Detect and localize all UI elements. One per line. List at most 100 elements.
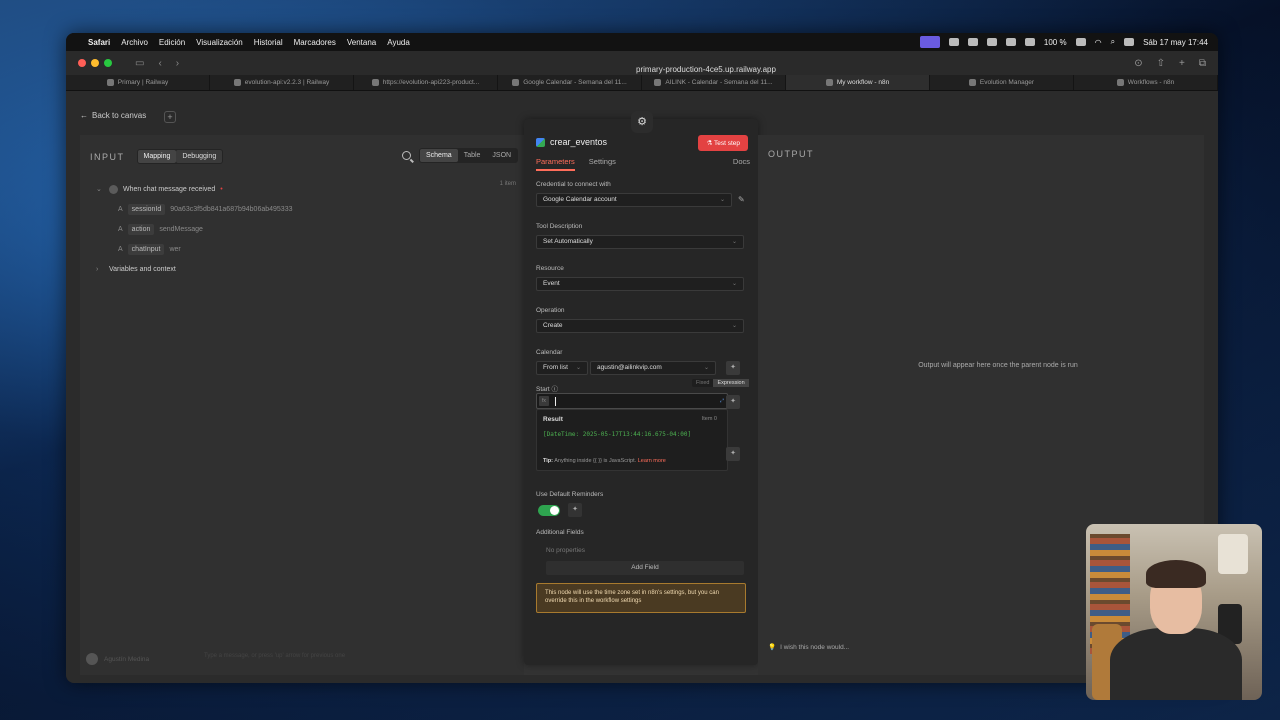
google-calendar-icon [536,137,545,147]
back-icon[interactable]: ‹ [158,58,161,69]
feedback-link[interactable]: 💡 I wish this node would... [768,643,849,652]
new-tab-icon[interactable]: + [1179,58,1185,69]
battery-label[interactable]: 100 % [1044,38,1067,47]
menu-ayuda[interactable]: Ayuda [387,38,410,47]
downloads-icon[interactable]: ⊙ [1134,58,1142,69]
chevron-down-icon[interactable]: ⌄ [96,185,104,193]
field-key[interactable]: action [127,223,155,235]
wifi-icon[interactable]: ◠ [1095,38,1102,47]
end-ai-icon[interactable]: ✦ [726,447,740,461]
node-name[interactable]: crear_eventos [550,137,607,147]
fixed-option[interactable]: Fixed [692,379,713,387]
menu-visualizacion[interactable]: Visualización [196,38,243,47]
battery-icon[interactable] [1075,38,1086,46]
add-field-button[interactable]: Add Field [546,561,744,575]
calendar-value: agustin@ailinkvip.com [597,364,662,371]
tab-label: Google Calendar - Semana del 11... [523,79,627,86]
tab-workflows-n8n[interactable]: Workflows - n8n [1074,75,1218,90]
calendar-mode-select[interactable]: From list ⌄ [536,361,588,375]
variables-row[interactable]: › Variables and context [96,259,293,279]
menu-marcadores[interactable]: Marcadores [294,38,336,47]
calendar-ai-icon[interactable]: ✦ [726,361,740,375]
tab-favicon [968,79,976,86]
volume-icon[interactable] [1024,38,1035,46]
calendar-select[interactable]: agustin@ailinkvip.com ⌄ [590,361,716,375]
no-properties-text: No properties [546,547,586,554]
tab-parameters[interactable]: Parameters [536,157,575,171]
resource-select[interactable]: Event ⌄ [536,277,744,291]
start-expression-input[interactable]: fx ⤢ [536,393,728,409]
chat-user: Agustín Medina [86,653,149,665]
settings-icon[interactable] [986,38,997,46]
tab-favicon [512,79,520,86]
zoom-window-button[interactable] [104,59,112,67]
minimize-window-button[interactable] [91,59,99,67]
learn-more-link[interactable]: Learn more [638,458,666,464]
share-icon[interactable]: ⇧ [1157,58,1165,69]
mapping-tab[interactable]: Mapping [137,150,177,163]
schema-tab[interactable]: Schema [420,149,458,162]
chat-input[interactable]: Type a message, or press 'up' arrow for … [204,653,484,659]
forward-icon[interactable]: › [176,58,179,69]
test-step-button[interactable]: ⚗ Test step [698,135,748,151]
menu-ventana[interactable]: Ventana [347,38,376,47]
search-icon[interactable]: ⌕ [1111,37,1115,47]
clock[interactable]: Sáb 17 may 17:44 [1143,38,1208,47]
close-window-button[interactable] [78,59,86,67]
menu-historial[interactable]: Historial [254,38,283,47]
tab-evolution-manager[interactable]: Evolution Manager [930,75,1074,90]
address-bar[interactable]: primary-production-4ce5.up.railway.app [466,62,946,78]
edit-credential-icon[interactable]: ✎ [738,195,748,205]
start-ai-icon[interactable]: ✦ [726,395,740,409]
chevron-right-icon[interactable]: › [96,266,104,273]
tip-text: Anything inside {{ }} is JavaScript. [554,458,637,464]
credential-label: Credential to connect with [536,181,611,188]
tool-description-label: Tool Description [536,223,583,230]
schema-field-row[interactable]: A chatInput wer [96,239,293,259]
avatar [86,653,98,665]
expand-icon[interactable]: ⤢ [720,398,724,404]
status-icon-1[interactable] [948,38,959,46]
field-key[interactable]: sessionId [127,203,166,215]
tab-overview-icon[interactable]: ⧉ [1199,58,1206,69]
additional-fields-label: Additional Fields [536,529,584,536]
debugging-tab[interactable]: Debugging [176,150,223,163]
lightbulb-icon: 💡 [768,644,777,651]
operation-value: Create [543,322,563,329]
status-icon-3[interactable] [1005,38,1016,46]
result-item-selector[interactable]: Item 0 [702,416,717,422]
table-tab[interactable]: Table [458,149,487,162]
menu-edicion[interactable]: Edición [159,38,185,47]
tool-description-select[interactable]: Set Automatically ⌄ [536,235,744,249]
tab-settings[interactable]: Settings [589,157,616,171]
sidebar-icon[interactable]: ▭ [135,58,144,69]
credential-value: Google Calendar account [543,196,617,203]
chevron-down-icon: ⌄ [719,197,725,203]
schema-field-row[interactable]: A sessionId 90a63c3f5db841a687b94b06ab49… [96,199,293,219]
json-tab[interactable]: JSON [486,149,517,162]
field-key[interactable]: chatInput [127,243,165,255]
reminders-ai-icon[interactable]: ✦ [568,503,582,517]
screen-record-icon[interactable] [919,36,940,48]
status-icon-2[interactable] [967,38,978,46]
operation-select[interactable]: Create ⌄ [536,319,744,333]
expression-option[interactable]: Expression [713,379,749,387]
menu-archivo[interactable]: Archivo [121,38,148,47]
back-to-canvas-link[interactable]: ← Back to canvas [80,111,146,120]
trigger-row[interactable]: ⌄ When chat message received • [96,179,293,199]
tab-railway-evolution[interactable]: evolution-api:v2.2.3 | Railway [210,75,354,90]
credential-select[interactable]: Google Calendar account ⌄ [536,193,732,207]
docs-link[interactable]: Docs [733,157,750,171]
tab-favicon [106,79,114,86]
menu-app-name[interactable]: Safari [88,38,110,47]
resource-value: Event [543,280,560,287]
schema-field-row[interactable]: A action sendMessage [96,219,293,239]
control-center-icon[interactable] [1124,38,1135,46]
safari-window: Safari Archivo Edición Visualización His… [66,33,1218,683]
add-node-button[interactable]: + [164,111,176,123]
string-type-icon: A [118,205,123,213]
search-icon[interactable] [402,151,411,160]
reminders-toggle[interactable] [538,505,560,516]
tab-railway-primary[interactable]: Primary | Railway [66,75,210,90]
string-type-icon: A [118,245,123,253]
